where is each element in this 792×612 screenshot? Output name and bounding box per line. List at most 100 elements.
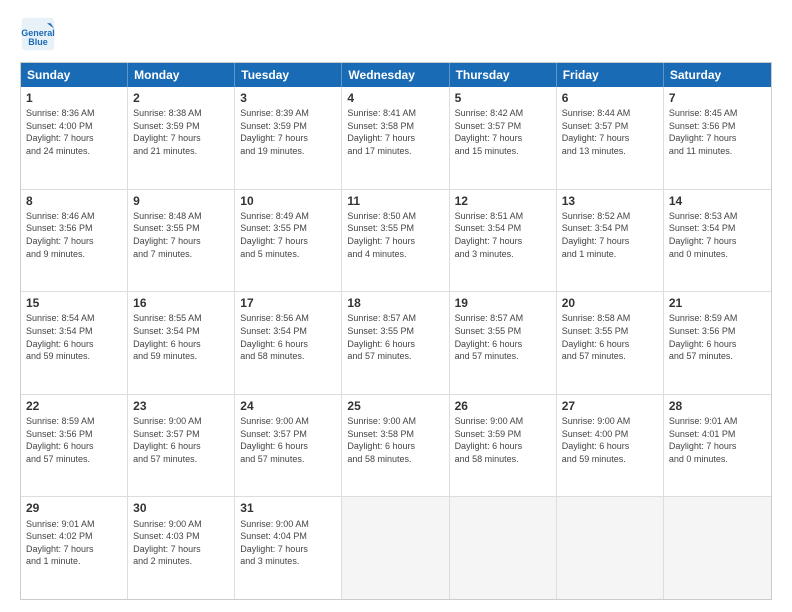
day-number: 8 bbox=[26, 193, 122, 209]
day-cell-3: 3Sunrise: 8:39 AM Sunset: 3:59 PM Daylig… bbox=[235, 87, 342, 189]
day-cell-15: 15Sunrise: 8:54 AM Sunset: 3:54 PM Dayli… bbox=[21, 292, 128, 394]
day-number: 10 bbox=[240, 193, 336, 209]
day-cell-29: 29 Sunrise: 9:01 AM Sunset: 4:02 PM Dayli… bbox=[21, 497, 128, 599]
day-info: Sunrise: 8:55 AM Sunset: 3:54 PM Dayligh… bbox=[133, 312, 229, 362]
day-number: 11 bbox=[347, 193, 443, 209]
day-info: Sunrise: 8:57 AM Sunset: 3:55 PM Dayligh… bbox=[347, 312, 443, 362]
day-info: Sunrise: 8:38 AM Sunset: 3:59 PM Dayligh… bbox=[133, 107, 229, 157]
day-info: Sunrise: 8:57 AM Sunset: 3:55 PM Dayligh… bbox=[455, 312, 551, 362]
day-info: Sunrise: 8:58 AM Sunset: 3:55 PM Dayligh… bbox=[562, 312, 658, 362]
day-cell-9: 9Sunrise: 8:48 AM Sunset: 3:55 PM Daylig… bbox=[128, 190, 235, 292]
day-number: 5 bbox=[455, 90, 551, 106]
day-info: Sunrise: 8:59 AM Sunset: 3:56 PM Dayligh… bbox=[669, 312, 766, 362]
day-info: Sunrise: 8:45 AM Sunset: 3:56 PM Dayligh… bbox=[669, 107, 766, 157]
day-info: Sunrise: 8:44 AM Sunset: 3:57 PM Dayligh… bbox=[562, 107, 658, 157]
logo: General Blue bbox=[20, 16, 62, 52]
day-cell-8: 8Sunrise: 8:46 AM Sunset: 3:56 PM Daylig… bbox=[21, 190, 128, 292]
day-number: 9 bbox=[133, 193, 229, 209]
day-info: Sunrise: 9:00 AM Sunset: 4:00 PM Dayligh… bbox=[562, 415, 658, 465]
day-info: Sunrise: 8:53 AM Sunset: 3:54 PM Dayligh… bbox=[669, 210, 766, 260]
day-number: 23 bbox=[133, 398, 229, 414]
svg-text:Blue: Blue bbox=[28, 37, 48, 47]
day-info: Sunrise: 8:42 AM Sunset: 3:57 PM Dayligh… bbox=[455, 107, 551, 157]
day-number: 20 bbox=[562, 295, 658, 311]
day-cell-1: 1Sunrise: 8:36 AM Sunset: 4:00 PM Daylig… bbox=[21, 87, 128, 189]
empty-cell bbox=[342, 497, 449, 599]
day-info: Sunrise: 8:56 AM Sunset: 3:54 PM Dayligh… bbox=[240, 312, 336, 362]
day-info: Sunrise: 9:00 AM Sunset: 4:04 PM Dayligh… bbox=[240, 518, 336, 568]
day-cell-19: 19Sunrise: 8:57 AM Sunset: 3:55 PM Dayli… bbox=[450, 292, 557, 394]
day-info: Sunrise: 9:00 AM Sunset: 3:59 PM Dayligh… bbox=[455, 415, 551, 465]
day-number: 7 bbox=[669, 90, 766, 106]
day-info: Sunrise: 8:50 AM Sunset: 3:55 PM Dayligh… bbox=[347, 210, 443, 260]
calendar-row-1: 1Sunrise: 8:36 AM Sunset: 4:00 PM Daylig… bbox=[21, 87, 771, 189]
day-cell-11: 11Sunrise: 8:50 AM Sunset: 3:55 PM Dayli… bbox=[342, 190, 449, 292]
day-cell-12: 12Sunrise: 8:51 AM Sunset: 3:54 PM Dayli… bbox=[450, 190, 557, 292]
weekday-header-monday: Monday bbox=[128, 63, 235, 87]
weekday-header-wednesday: Wednesday bbox=[342, 63, 449, 87]
calendar: SundayMondayTuesdayWednesdayThursdayFrid… bbox=[20, 62, 772, 600]
day-number: 27 bbox=[562, 398, 658, 414]
day-info: Sunrise: 8:46 AM Sunset: 3:56 PM Dayligh… bbox=[26, 210, 122, 260]
day-number: 14 bbox=[669, 193, 766, 209]
day-cell-13: 13Sunrise: 8:52 AM Sunset: 3:54 PM Dayli… bbox=[557, 190, 664, 292]
day-cell-5: 5Sunrise: 8:42 AM Sunset: 3:57 PM Daylig… bbox=[450, 87, 557, 189]
day-info: Sunrise: 9:00 AM Sunset: 4:03 PM Dayligh… bbox=[133, 518, 229, 568]
day-number: 18 bbox=[347, 295, 443, 311]
day-number: 21 bbox=[669, 295, 766, 311]
day-info: Sunrise: 8:49 AM Sunset: 3:55 PM Dayligh… bbox=[240, 210, 336, 260]
day-number: 2 bbox=[133, 90, 229, 106]
day-cell-27: 27Sunrise: 9:00 AM Sunset: 4:00 PM Dayli… bbox=[557, 395, 664, 497]
day-info: Sunrise: 8:48 AM Sunset: 3:55 PM Dayligh… bbox=[133, 210, 229, 260]
weekday-header-tuesday: Tuesday bbox=[235, 63, 342, 87]
calendar-header: SundayMondayTuesdayWednesdayThursdayFrid… bbox=[21, 63, 771, 87]
day-cell-18: 18Sunrise: 8:57 AM Sunset: 3:55 PM Dayli… bbox=[342, 292, 449, 394]
weekday-header-saturday: Saturday bbox=[664, 63, 771, 87]
day-info: Sunrise: 8:39 AM Sunset: 3:59 PM Dayligh… bbox=[240, 107, 336, 157]
day-cell-20: 20Sunrise: 8:58 AM Sunset: 3:55 PM Dayli… bbox=[557, 292, 664, 394]
day-cell-17: 17Sunrise: 8:56 AM Sunset: 3:54 PM Dayli… bbox=[235, 292, 342, 394]
empty-cell bbox=[450, 497, 557, 599]
calendar-row-5: 29 Sunrise: 9:01 AM Sunset: 4:02 PM Dayli… bbox=[21, 496, 771, 599]
empty-cell bbox=[664, 497, 771, 599]
calendar-row-4: 22Sunrise: 8:59 AM Sunset: 3:56 PM Dayli… bbox=[21, 394, 771, 497]
day-info: Sunrise: 8:54 AM Sunset: 3:54 PM Dayligh… bbox=[26, 312, 122, 362]
day-cell-22: 22Sunrise: 8:59 AM Sunset: 3:56 PM Dayli… bbox=[21, 395, 128, 497]
day-cell-4: 4Sunrise: 8:41 AM Sunset: 3:58 PM Daylig… bbox=[342, 87, 449, 189]
day-number: 16 bbox=[133, 295, 229, 311]
day-cell-25: 25Sunrise: 9:00 AM Sunset: 3:58 PM Dayli… bbox=[342, 395, 449, 497]
weekday-header-thursday: Thursday bbox=[450, 63, 557, 87]
day-number: 26 bbox=[455, 398, 551, 414]
day-number: 28 bbox=[669, 398, 766, 414]
day-info: Sunrise: 8:36 AM Sunset: 4:00 PM Dayligh… bbox=[26, 107, 122, 157]
day-cell-28: 28Sunrise: 9:01 AM Sunset: 4:01 PM Dayli… bbox=[664, 395, 771, 497]
day-number: 3 bbox=[240, 90, 336, 106]
day-number: 22 bbox=[26, 398, 122, 414]
calendar-body: 1Sunrise: 8:36 AM Sunset: 4:00 PM Daylig… bbox=[21, 87, 771, 599]
day-cell-2: 2Sunrise: 8:38 AM Sunset: 3:59 PM Daylig… bbox=[128, 87, 235, 189]
calendar-row-3: 15Sunrise: 8:54 AM Sunset: 3:54 PM Dayli… bbox=[21, 291, 771, 394]
day-cell-6: 6Sunrise: 8:44 AM Sunset: 3:57 PM Daylig… bbox=[557, 87, 664, 189]
logo-icon: General Blue bbox=[20, 16, 56, 52]
day-info: Sunrise: 9:01 AM Sunset: 4:01 PM Dayligh… bbox=[669, 415, 766, 465]
day-cell-30: 30 Sunrise: 9:00 AM Sunset: 4:03 PM Dayli… bbox=[128, 497, 235, 599]
day-number: 6 bbox=[562, 90, 658, 106]
weekday-header-friday: Friday bbox=[557, 63, 664, 87]
day-cell-31: 31Sunrise: 9:00 AM Sunset: 4:04 PM Dayli… bbox=[235, 497, 342, 599]
day-number: 25 bbox=[347, 398, 443, 414]
day-cell-26: 26Sunrise: 9:00 AM Sunset: 3:59 PM Dayli… bbox=[450, 395, 557, 497]
day-info: Sunrise: 8:51 AM Sunset: 3:54 PM Dayligh… bbox=[455, 210, 551, 260]
day-number: 24 bbox=[240, 398, 336, 414]
day-number: 29 bbox=[26, 500, 122, 516]
day-number: 30 bbox=[133, 500, 229, 516]
day-info: Sunrise: 9:01 AM Sunset: 4:02 PM Dayligh… bbox=[26, 518, 122, 568]
day-number: 12 bbox=[455, 193, 551, 209]
day-info: Sunrise: 8:59 AM Sunset: 3:56 PM Dayligh… bbox=[26, 415, 122, 465]
day-cell-14: 14Sunrise: 8:53 AM Sunset: 3:54 PM Dayli… bbox=[664, 190, 771, 292]
calendar-row-2: 8Sunrise: 8:46 AM Sunset: 3:56 PM Daylig… bbox=[21, 189, 771, 292]
day-number: 1 bbox=[26, 90, 122, 106]
day-number: 15 bbox=[26, 295, 122, 311]
day-info: Sunrise: 9:00 AM Sunset: 3:58 PM Dayligh… bbox=[347, 415, 443, 465]
day-number: 4 bbox=[347, 90, 443, 106]
page: General Blue SundayMondayTuesdayWednesda… bbox=[0, 0, 792, 612]
